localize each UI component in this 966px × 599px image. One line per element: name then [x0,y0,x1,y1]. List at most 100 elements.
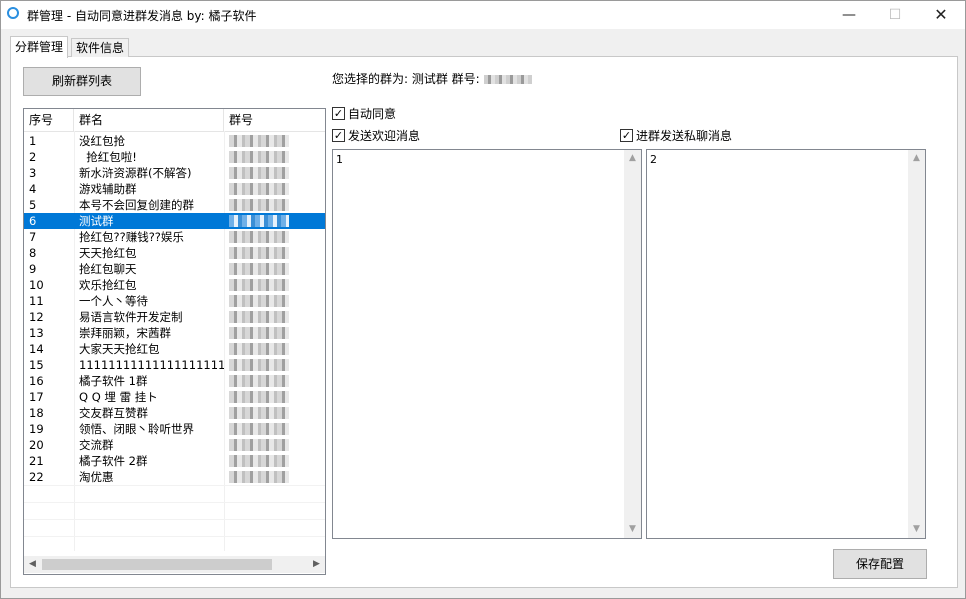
row-index: 1 [29,134,37,148]
column-header-index[interactable]: 序号 [24,109,74,131]
table-row[interactable]: 20 交流群 [24,437,325,453]
row-group-number-redacted [229,247,289,259]
vertical-scrollbar[interactable]: ▲ ▼ [624,150,641,538]
row-group-number-redacted [229,407,289,419]
row-group-number-redacted [229,199,289,211]
row-group-name: 交流群 [79,438,114,452]
list-rows: 1 没红包抢 2 抢红包啦! 3 新水浒资源群(不解答) 4 游戏辅助群 5 本号不会回复创建的… [24,133,325,553]
row-index: 18 [29,406,44,420]
scroll-left-icon[interactable]: ◀ [24,556,41,573]
scroll-up-icon[interactable]: ▲ [908,150,925,167]
row-index: 7 [29,230,37,244]
table-row[interactable]: 13 崇拜丽颖，宋茜群 [24,325,325,341]
minimize-button[interactable]: — [826,1,872,29]
table-row[interactable]: 22 淘优惠 [24,469,325,485]
row-index: 20 [29,438,44,452]
row-group-name: 11111111111111111111 [79,358,224,372]
table-row[interactable]: 18 交友群互赞群 [24,405,325,421]
table-row[interactable]: 17 Q Q 埋 雷 挂ト [24,389,325,405]
welcome-message-textarea[interactable]: 1 ▲ ▼ [332,149,642,539]
table-row[interactable]: 19 领悟、闭眼丶聆听世界 [24,421,325,437]
row-group-number-redacted [229,215,289,227]
row-group-number-redacted [229,423,289,435]
table-row[interactable]: 9 抢红包聊天 [24,261,325,277]
row-index: 22 [29,470,44,484]
row-index: 5 [29,198,37,212]
row-group-number-redacted [229,311,289,323]
row-group-name: 大家天天抢红包 [79,342,160,356]
welcome-message-text: 1 [336,153,343,166]
send-private-label: 进群发送私聊消息 [636,129,733,143]
empty-row [24,519,325,536]
scroll-up-icon[interactable]: ▲ [624,150,641,167]
checkbox-check-icon: ✓ [332,107,345,120]
table-row[interactable]: 2 抢红包啦! [24,149,325,165]
title-bar[interactable]: 群管理 - 自动同意进群发消息 by: 橘子软件 — ☐ ✕ [1,1,965,29]
table-row[interactable]: 5 本号不会回复创建的群 [24,197,325,213]
refresh-group-list-button[interactable]: 刷新群列表 [23,67,141,96]
tab-software-info[interactable]: 软件信息 [71,38,130,57]
close-button[interactable]: ✕ [918,1,964,29]
row-group-name: 抢红包啦! [79,150,137,164]
row-group-number-redacted [229,327,289,339]
auto-agree-label: 自动同意 [348,107,397,121]
table-row[interactable]: 8 天天抢红包 [24,245,325,261]
table-row[interactable]: 6 测试群 [24,213,325,229]
table-row[interactable]: 16 橘子软件 1群 [24,373,325,389]
table-row[interactable]: 21 橘子软件 2群 [24,453,325,469]
row-group-number-redacted [229,279,289,291]
row-group-number-redacted [229,151,289,163]
row-group-name: 交友群互赞群 [79,406,148,420]
row-index: 9 [29,262,37,276]
row-group-name: 领悟、闭眼丶聆听世界 [79,422,194,436]
horizontal-scrollbar[interactable]: ◀ ▶ [24,556,325,573]
row-group-number-redacted [229,167,289,179]
table-row[interactable]: 11 一个人丶等待 [24,293,325,309]
tab-group-manage[interactable]: 分群管理 [10,36,69,58]
maximize-button[interactable]: ☐ [872,1,918,29]
row-index: 16 [29,374,44,388]
row-index: 6 [29,214,37,228]
row-group-name: 橘子软件 2群 [79,454,148,468]
row-index: 8 [29,246,37,260]
group-list[interactable]: 序号 群名 群号 1 没红包抢 2 抢红包啦! 3 新水浒资源群(不解答) 4 游戏辅助群 5… [23,108,326,575]
selected-group-info: 您选择的群为: 测试群 群号: [332,70,532,87]
table-row[interactable]: 12 易语言软件开发定制 [24,309,325,325]
row-group-name: 一个人丶等待 [79,294,148,308]
row-group-number-redacted [229,135,289,147]
table-row[interactable]: 1 没红包抢 [24,133,325,149]
table-row[interactable]: 10 欢乐抢红包 [24,277,325,293]
row-group-number-redacted [229,439,289,451]
column-header-name[interactable]: 群名 [74,109,224,131]
table-row[interactable]: 15 11111111111111111111 [24,357,325,373]
table-row[interactable]: 14 大家天天抢红包 [24,341,325,357]
vertical-scrollbar[interactable]: ▲ ▼ [908,150,925,538]
scroll-thumb[interactable] [42,559,272,570]
row-group-number-redacted [229,263,289,275]
row-group-number-redacted [229,471,289,483]
row-index: 17 [29,390,44,404]
row-group-number-redacted [229,455,289,467]
row-group-name: 新水浒资源群(不解答) [79,166,192,180]
save-config-button[interactable]: 保存配置 [833,549,927,579]
row-group-name: 崇拜丽颖，宋茜群 [79,326,171,340]
row-group-name: 欢乐抢红包 [79,278,137,292]
scroll-down-icon[interactable]: ▼ [624,521,641,538]
row-group-number-redacted [229,231,289,243]
row-index: 15 [29,358,44,372]
empty-row [24,485,325,502]
row-group-name: 抢红包聊天 [79,262,137,276]
table-row[interactable]: 4 游戏辅助群 [24,181,325,197]
private-message-textarea[interactable]: 2 ▲ ▼ [646,149,926,539]
row-index: 2 [29,150,37,164]
column-header-number[interactable]: 群号 [224,109,325,131]
row-group-number-redacted [229,375,289,387]
scroll-down-icon[interactable]: ▼ [908,521,925,538]
table-row[interactable]: 3 新水浒资源群(不解答) [24,165,325,181]
row-group-name: 天天抢红包 [79,246,137,260]
table-row[interactable]: 7 抢红包??赚钱??娱乐 [24,229,325,245]
scroll-right-icon[interactable]: ▶ [308,556,325,573]
row-group-name: 测试群 [79,214,114,228]
window-title: 群管理 - 自动同意进群发消息 by: 橘子软件 [27,9,257,23]
main-window: 群管理 - 自动同意进群发消息 by: 橘子软件 — ☐ ✕ 分群管理 软件信息… [0,0,966,599]
